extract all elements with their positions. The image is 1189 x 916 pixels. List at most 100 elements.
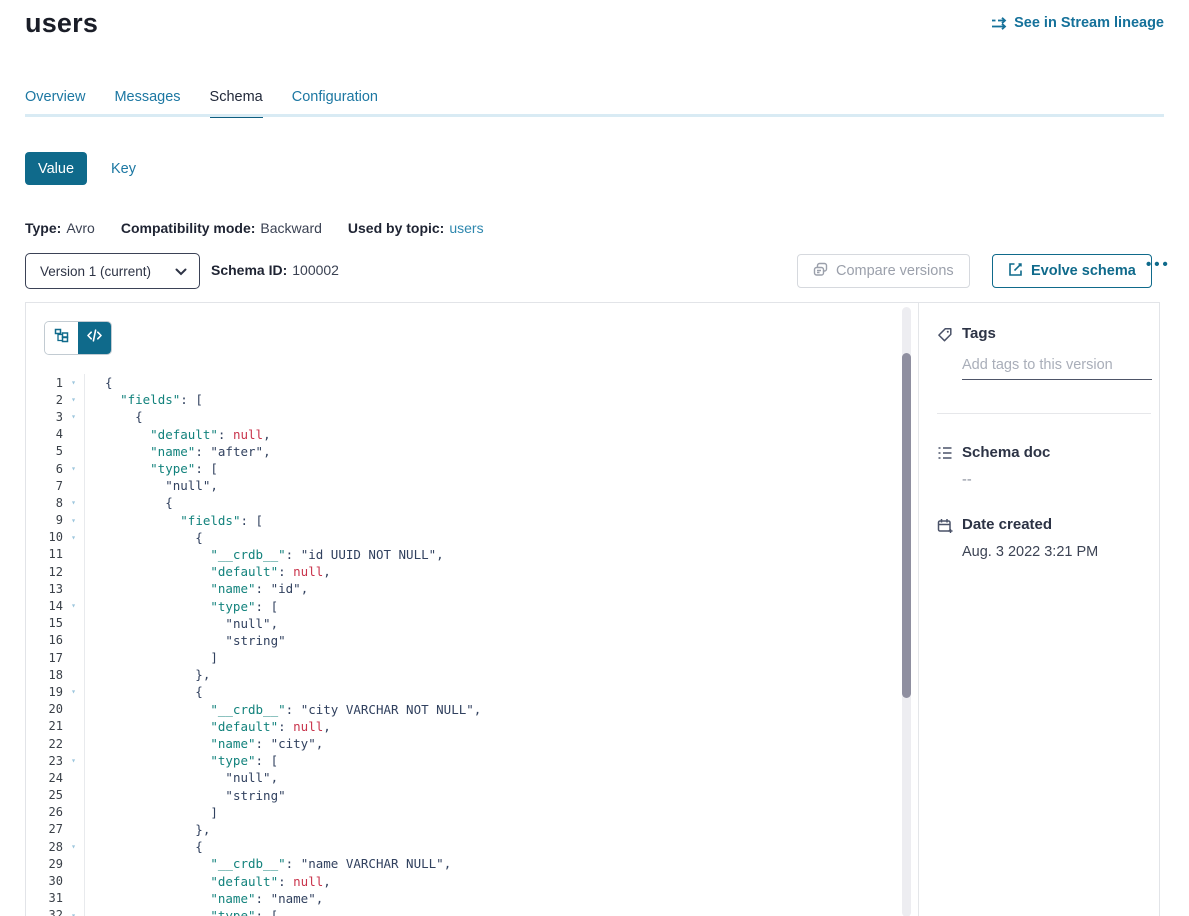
fold-gutter	[63, 735, 85, 752]
code-line: 20 "__crdb__": "city VARCHAR NOT NULL",	[26, 701, 896, 718]
see-in-stream-lineage-link[interactable]: See in Stream lineage	[991, 15, 1164, 31]
code-line: 2▾ "fields": [	[26, 391, 896, 408]
line-number: 9	[26, 513, 63, 527]
fold-toggle-icon[interactable]: ▾	[63, 512, 85, 529]
schema-doc-value: --	[962, 472, 1050, 488]
code-text: {	[85, 495, 173, 510]
code-line: 9▾ "fields": [	[26, 512, 896, 529]
fold-toggle-icon[interactable]: ▾	[63, 907, 85, 916]
code-text: {	[85, 530, 203, 545]
version-select-value: Version 1 (current)	[40, 264, 151, 279]
code-text: ]	[85, 805, 218, 820]
code-view-button[interactable]	[78, 322, 111, 354]
line-number: 23	[26, 754, 63, 768]
topic-link[interactable]: users	[449, 220, 483, 236]
fold-toggle-icon[interactable]: ▾	[63, 752, 85, 769]
line-number: 16	[26, 633, 63, 647]
code-line: 4 "default": null,	[26, 426, 896, 443]
code-view-icon	[87, 329, 102, 347]
fold-toggle-icon[interactable]: ▾	[63, 683, 85, 700]
code-text: "null",	[85, 616, 278, 631]
editor-view-toggle	[44, 321, 112, 355]
calendar-plus-icon	[937, 516, 962, 560]
tags-title: Tags	[962, 325, 1152, 342]
line-number: 30	[26, 874, 63, 888]
version-select[interactable]: Version 1 (current)	[25, 253, 200, 289]
code-line: 7 "null",	[26, 477, 896, 494]
date-created-content: Date created Aug. 3 2022 3:21 PM	[962, 516, 1098, 560]
fold-toggle-icon[interactable]: ▾	[63, 408, 85, 425]
fold-toggle-icon[interactable]: ▾	[63, 374, 85, 391]
code-text: "name": "id",	[85, 581, 308, 596]
code-line: 29 "__crdb__": "name VARCHAR NULL",	[26, 855, 896, 872]
schema-doc-content: Schema doc --	[962, 444, 1050, 488]
fold-gutter	[63, 615, 85, 632]
editor-scrollbar-thumb[interactable]	[902, 353, 911, 698]
code-text: "__crdb__": "id UUID NOT NULL",	[85, 547, 444, 562]
type-value: Avro	[66, 220, 95, 236]
fold-gutter	[63, 769, 85, 786]
code-text: "name": "after",	[85, 444, 271, 459]
more-options-button[interactable]: •••	[1146, 256, 1171, 273]
line-number: 11	[26, 547, 63, 561]
evolve-schema-button[interactable]: Evolve schema	[992, 254, 1152, 288]
code-text: {	[85, 684, 203, 699]
used-by-topic-label: Used by topic:	[348, 220, 444, 236]
fold-toggle-icon[interactable]: ▾	[63, 494, 85, 511]
fold-gutter	[63, 546, 85, 563]
used-by-topic-field: Used by topic: users	[348, 220, 484, 236]
line-number: 7	[26, 479, 63, 493]
fold-toggle-icon[interactable]: ▾	[63, 391, 85, 408]
code-text: "null",	[85, 478, 218, 493]
stream-lineage-label: See in Stream lineage	[1014, 15, 1164, 31]
code-text: },	[85, 822, 210, 837]
type-label: Type:	[25, 220, 61, 236]
schema-code-view[interactable]: 1▾{2▾ "fields": [3▾ {4 "default": null,5…	[26, 374, 896, 916]
code-line: 15 "null",	[26, 615, 896, 632]
schema-meta-row: Type:Avro Compatibility mode:Backward Us…	[25, 220, 484, 236]
editor-scrollbar-track[interactable]	[902, 307, 911, 916]
line-number: 17	[26, 651, 63, 665]
code-text: "default": null,	[85, 564, 331, 579]
date-created-value: Aug. 3 2022 3:21 PM	[962, 544, 1098, 560]
code-text: "fields": [	[85, 392, 203, 407]
schema-doc-section: Schema doc --	[919, 444, 1161, 488]
fold-toggle-icon[interactable]: ▾	[63, 529, 85, 546]
schema-id-label: Schema ID:	[211, 262, 287, 278]
fold-toggle-icon[interactable]: ▾	[63, 838, 85, 855]
fold-gutter	[63, 855, 85, 872]
code-text: "default": null,	[85, 719, 331, 734]
code-line: 11 "__crdb__": "id UUID NOT NULL",	[26, 546, 896, 563]
line-number: 14	[26, 599, 63, 613]
code-line: 8▾ {	[26, 494, 896, 511]
tree-view-button[interactable]	[45, 322, 78, 354]
fold-gutter	[63, 443, 85, 460]
code-line: 26 ]	[26, 804, 896, 821]
key-toggle-link[interactable]: Key	[111, 161, 136, 177]
code-text: "type": [	[85, 908, 278, 916]
code-text: "default": null,	[85, 874, 331, 889]
line-number: 2	[26, 393, 63, 407]
fold-gutter	[63, 821, 85, 838]
line-number: 24	[26, 771, 63, 785]
compatibility-value: Backward	[260, 220, 321, 236]
fold-toggle-icon[interactable]: ▾	[63, 460, 85, 477]
evolve-schema-icon	[1008, 262, 1023, 281]
compare-versions-button[interactable]: Compare versions	[797, 254, 970, 288]
add-tags-input[interactable]	[962, 355, 1152, 380]
compare-versions-label: Compare versions	[836, 263, 954, 279]
page-title: users	[25, 8, 98, 39]
fold-toggle-icon[interactable]: ▾	[63, 597, 85, 614]
date-created-title: Date created	[962, 516, 1098, 533]
value-toggle-button[interactable]: Value	[25, 152, 87, 185]
code-line: 30 "default": null,	[26, 872, 896, 889]
schema-doc-title: Schema doc	[962, 444, 1050, 461]
line-number: 8	[26, 496, 63, 510]
schema-editor: 1▾{2▾ "fields": [3▾ {4 "default": null,5…	[26, 303, 918, 916]
code-line: 22 "name": "city",	[26, 735, 896, 752]
code-text: "type": [	[85, 599, 278, 614]
fold-gutter	[63, 563, 85, 580]
code-line: 5 "name": "after",	[26, 443, 896, 460]
compare-versions-icon	[813, 262, 828, 281]
code-text: {	[85, 839, 203, 854]
